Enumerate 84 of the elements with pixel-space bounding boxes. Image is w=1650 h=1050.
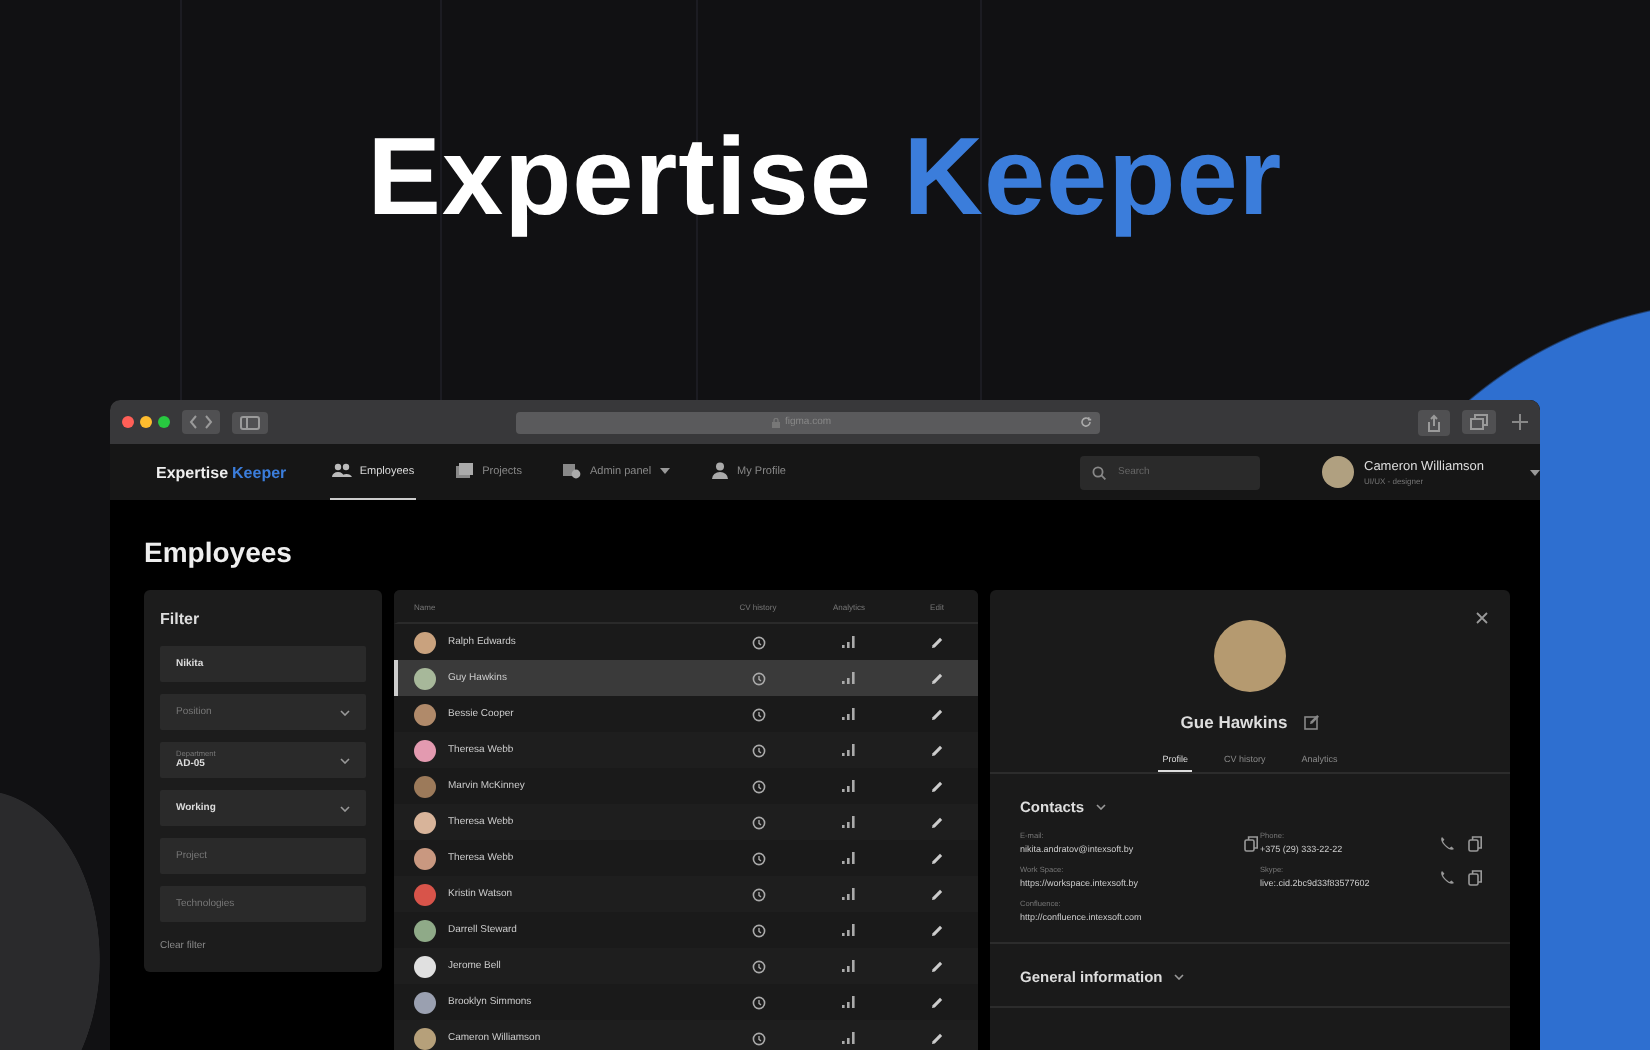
bar-chart-icon[interactable] — [842, 960, 856, 972]
tabs-button[interactable] — [1462, 410, 1496, 434]
history-icon[interactable] — [751, 635, 765, 649]
reload-icon[interactable] — [1080, 416, 1092, 428]
history-icon[interactable] — [751, 995, 765, 1009]
avatar-placeholder — [414, 811, 436, 833]
avatar-placeholder — [414, 847, 436, 869]
history-icon[interactable] — [751, 887, 765, 901]
phone-icon[interactable] — [1440, 835, 1456, 851]
close-icon[interactable] — [1476, 612, 1488, 624]
sidebar-icon — [240, 415, 260, 429]
pencil-icon[interactable] — [930, 743, 944, 757]
avatar-placeholder — [414, 631, 436, 653]
page-title: Employees — [144, 534, 294, 572]
hero-title: Expertise Keeper — [367, 112, 1283, 240]
avatar-placeholder — [1322, 456, 1354, 488]
avatar-placeholder — [414, 739, 436, 761]
caret-icon[interactable] — [1530, 469, 1540, 475]
pencil-icon[interactable] — [930, 671, 944, 685]
avatar-placeholder — [1214, 620, 1286, 692]
phone-icon[interactable] — [1440, 869, 1456, 885]
plus-icon[interactable] — [1512, 414, 1528, 430]
folder-icon — [454, 462, 475, 480]
copy-icon[interactable] — [1244, 835, 1260, 851]
tabs-icon — [1470, 414, 1488, 430]
app-logo: Expertise Keeper — [156, 463, 289, 481]
pencil-icon[interactable] — [930, 779, 944, 793]
chevron-icon — [340, 709, 350, 715]
pencil-icon[interactable] — [930, 815, 944, 829]
copy-icon[interactable] — [1468, 835, 1484, 851]
avatar-placeholder — [414, 703, 436, 725]
history-icon[interactable] — [751, 959, 765, 973]
history-icon[interactable] — [751, 743, 765, 757]
avatar-placeholder — [414, 775, 436, 797]
bar-chart-icon[interactable] — [842, 1032, 856, 1044]
avatar-placeholder — [414, 1027, 436, 1049]
share-button[interactable] — [1418, 409, 1450, 435]
pencil-icon[interactable] — [930, 635, 944, 649]
history-icon[interactable] — [751, 923, 765, 937]
bar-chart-icon[interactable] — [842, 780, 856, 792]
avatar-placeholder — [414, 883, 436, 905]
history-icon[interactable] — [751, 779, 765, 793]
bar-chart-icon[interactable] — [842, 636, 856, 648]
filter-title: Filter — [160, 610, 202, 628]
pencil-icon[interactable] — [930, 923, 944, 937]
people-icon — [331, 462, 352, 480]
forward-icon[interactable] — [202, 414, 214, 430]
bar-chart-icon[interactable] — [842, 888, 856, 900]
edit-icon[interactable] — [1303, 714, 1320, 730]
bar-chart-icon[interactable] — [842, 924, 856, 936]
pencil-icon[interactable] — [930, 1031, 944, 1045]
pencil-icon[interactable] — [930, 995, 944, 1009]
history-icon[interactable] — [751, 851, 765, 865]
pencil-icon[interactable] — [930, 959, 944, 973]
chevron-icon — [340, 757, 350, 763]
caret-icon — [659, 468, 670, 474]
pencil-icon[interactable] — [930, 887, 944, 901]
bar-chart-icon[interactable] — [842, 744, 856, 756]
chevron-icon[interactable] — [1096, 804, 1107, 810]
pencil-icon[interactable] — [930, 707, 944, 721]
sidebar-button[interactable] — [232, 411, 268, 433]
person-icon — [709, 462, 730, 480]
history-icon[interactable] — [751, 707, 765, 721]
lock-icon — [772, 417, 781, 427]
back-forward-buttons[interactable] — [182, 410, 220, 434]
bar-chart-icon[interactable] — [842, 708, 856, 720]
bar-chart-icon[interactable] — [842, 672, 856, 684]
history-icon[interactable] — [751, 815, 765, 829]
avatar-placeholder — [414, 955, 436, 977]
share-icon — [1426, 413, 1442, 431]
back-icon[interactable] — [188, 414, 200, 430]
profile-name: Gue Hawkins — [1180, 712, 1288, 732]
pencil-icon[interactable] — [930, 851, 944, 865]
chevron-icon — [340, 805, 350, 811]
history-icon[interactable] — [751, 671, 765, 685]
avatar-placeholder — [414, 919, 436, 941]
chevron-icon[interactable] — [1174, 974, 1185, 980]
bar-chart-icon[interactable] — [842, 852, 856, 864]
avatar-placeholder — [414, 667, 436, 689]
copy-icon[interactable] — [1468, 869, 1484, 885]
avatar-placeholder — [414, 991, 436, 1013]
bar-chart-icon[interactable] — [842, 816, 856, 828]
history-icon[interactable] — [751, 1031, 765, 1045]
bar-chart-icon[interactable] — [842, 996, 856, 1008]
